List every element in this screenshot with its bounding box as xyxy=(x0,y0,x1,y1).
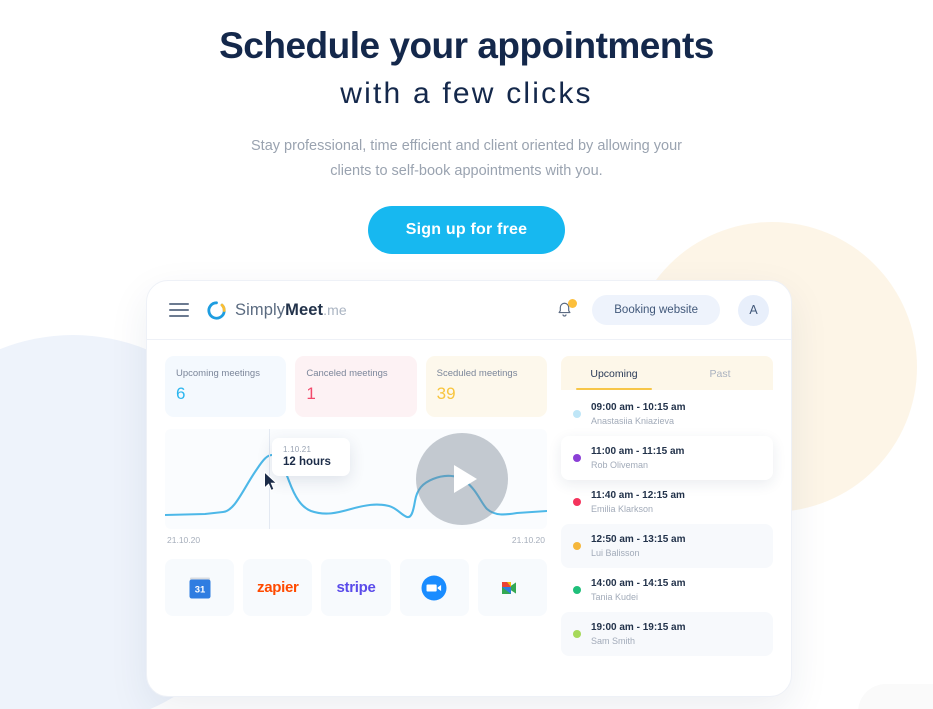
play-button-icon[interactable] xyxy=(416,433,508,525)
appointment-attendee: Rob Oliveman xyxy=(591,460,649,470)
integration-google-calendar[interactable]: 31 xyxy=(165,559,235,616)
mouse-cursor-icon xyxy=(264,471,278,492)
google-calendar-day-number: 31 xyxy=(194,584,205,595)
appointments-panel: Upcoming Past 09:00 am - 10:15 am Anasta… xyxy=(561,356,773,656)
integration-google-meet[interactable] xyxy=(477,559,548,616)
app-logo[interactable]: SimplyMeet.me xyxy=(206,300,347,321)
hero-description: Stay professional, time efficient and cl… xyxy=(0,134,933,185)
avatar[interactable]: A xyxy=(738,294,769,326)
integration-stripe[interactable]: stripe xyxy=(321,559,391,616)
appointment-attendee: Sam Smith xyxy=(591,636,636,646)
appointment-color-dot xyxy=(573,498,581,506)
page-subtitle: with a few clicks xyxy=(340,76,593,110)
decorative-corner-shape xyxy=(858,684,933,709)
stat-value: 1 xyxy=(306,384,316,403)
integration-zoom[interactable] xyxy=(399,559,469,616)
appointment-details: 09:00 am - 10:15 am Anastasiia Kniazieva xyxy=(591,402,686,426)
google-meet-icon xyxy=(502,581,517,594)
appointment-time: 12:50 am - 13:15 am xyxy=(591,534,686,545)
appointment-details: 14:00 am - 14:15 am Tania Kudei xyxy=(591,578,686,602)
stat-card-upcoming[interactable]: Upcoming meetings 6 xyxy=(165,356,287,417)
appointment-details: 11:40 am - 12:15 am Emilia Klarkson xyxy=(591,490,685,514)
chart-tooltip: 1.10.21 12 hours xyxy=(272,438,350,476)
logo-bold: Meet xyxy=(285,300,324,319)
play-triangle xyxy=(453,465,477,493)
appointment-time: 14:00 am - 14:15 am xyxy=(591,578,686,589)
stat-label: Canceled meetings xyxy=(306,368,388,379)
appointment-color-dot xyxy=(573,542,581,550)
notification-badge-dot xyxy=(568,298,578,308)
zapier-wordmark: zapier xyxy=(257,579,299,596)
stripe-wordmark: stripe xyxy=(336,579,376,596)
chart-axis-start: 21.10.20 xyxy=(167,535,201,545)
page-title: Schedule your appointments xyxy=(219,25,714,66)
logo-suffix: .me xyxy=(323,301,347,318)
app-header-actions: Booking website A xyxy=(555,294,769,326)
stat-label: Upcoming meetings xyxy=(176,368,260,379)
appointment-details: 11:00 am - 11:15 am Rob Oliveman xyxy=(591,446,684,470)
landing-page: Schedule your appointments with a few cl… xyxy=(0,0,933,709)
list-item[interactable]: 11:00 am - 11:15 am Rob Oliveman xyxy=(561,436,773,480)
app-header: SimplyMeet.me Booking website A xyxy=(147,281,791,340)
hero-description-line-2: clients to self-book appointments with y… xyxy=(330,162,603,179)
appointment-time: 19:00 am - 19:15 am xyxy=(591,622,686,633)
appointment-time: 11:40 am - 12:15 am xyxy=(591,490,685,501)
chart-axis-end: 21.10.20 xyxy=(511,535,545,545)
zoom-icon xyxy=(421,575,447,600)
stat-card-canceled[interactable]: Canceled meetings 1 xyxy=(295,356,417,417)
appointment-attendee: Emilia Klarkson xyxy=(591,504,654,514)
notification-bell-icon[interactable] xyxy=(555,298,578,321)
booking-website-button[interactable]: Booking website xyxy=(592,295,720,325)
app-body: Upcoming meetings 6 Canceled meetings 1 … xyxy=(147,340,791,656)
integration-tiles: 31 zapier stripe xyxy=(165,559,548,616)
chart-tooltip-value: 12 hours xyxy=(283,456,331,468)
simplymeet-logo-icon xyxy=(207,300,226,320)
list-item[interactable]: 11:40 am - 12:15 am Emilia Klarkson xyxy=(561,480,773,524)
appointment-attendee: Tania Kudei xyxy=(591,592,639,602)
dashboard-left-column: Upcoming meetings 6 Canceled meetings 1 … xyxy=(165,356,548,656)
appointment-color-dot xyxy=(573,410,581,418)
tab-upcoming[interactable]: Upcoming xyxy=(561,356,667,390)
appointment-color-dot xyxy=(573,630,581,638)
appointment-details: 12:50 am - 13:15 am Lui Balisson xyxy=(591,534,686,558)
appointment-color-dot xyxy=(573,454,581,462)
appointments-list: 09:00 am - 10:15 am Anastasiia Kniazieva… xyxy=(561,390,773,656)
appointment-time: 11:00 am - 11:15 am xyxy=(591,446,685,457)
list-item[interactable]: 14:00 am - 14:15 am Tania Kudei xyxy=(561,568,773,612)
hero-description-line-1: Stay professional, time efficient and cl… xyxy=(251,137,682,154)
appointment-attendee: Anastasiia Kniazieva xyxy=(591,416,675,426)
appointment-attendee: Lui Balisson xyxy=(591,548,640,558)
list-item[interactable]: 09:00 am - 10:15 am Anastasiia Kniazieva xyxy=(561,392,773,436)
appointments-tabs: Upcoming Past xyxy=(561,356,773,390)
stat-value: 39 xyxy=(436,384,456,403)
sign-up-button[interactable]: Sign up for free xyxy=(367,206,566,255)
integration-zapier[interactable]: zapier xyxy=(243,559,313,616)
app-logo-text: SimplyMeet.me xyxy=(235,301,347,320)
stat-cards: Upcoming meetings 6 Canceled meetings 1 … xyxy=(165,356,547,417)
stat-card-scheduled[interactable]: Sceduled meetings 39 xyxy=(425,356,547,417)
stat-label: Sceduled meetings xyxy=(436,368,518,379)
chart-axis-labels: 21.10.20 21.10.20 xyxy=(165,529,547,545)
tab-past[interactable]: Past xyxy=(667,356,773,390)
appointment-details: 19:00 am - 19:15 am Sam Smith xyxy=(591,622,686,646)
list-item[interactable]: 12:50 am - 13:15 am Lui Balisson xyxy=(561,524,773,568)
stat-value: 6 xyxy=(176,384,186,403)
cta-container: Sign up for free xyxy=(0,206,933,255)
list-item[interactable]: 19:00 am - 19:15 am Sam Smith xyxy=(561,612,773,656)
hours-chart[interactable]: 1.10.21 12 hours xyxy=(165,429,547,529)
logo-prefix: Simply xyxy=(235,300,286,319)
appointment-time: 09:00 am - 10:15 am xyxy=(591,402,686,413)
chart-tooltip-date: 1.10.21 xyxy=(283,445,312,454)
app-preview-card: SimplyMeet.me Booking website A Upcoming… xyxy=(146,280,792,697)
google-calendar-icon: 31 xyxy=(189,577,211,598)
appointment-color-dot xyxy=(573,586,581,594)
hamburger-menu-icon[interactable] xyxy=(169,299,189,320)
hero-section: Schedule your appointments with a few cl… xyxy=(0,0,933,255)
